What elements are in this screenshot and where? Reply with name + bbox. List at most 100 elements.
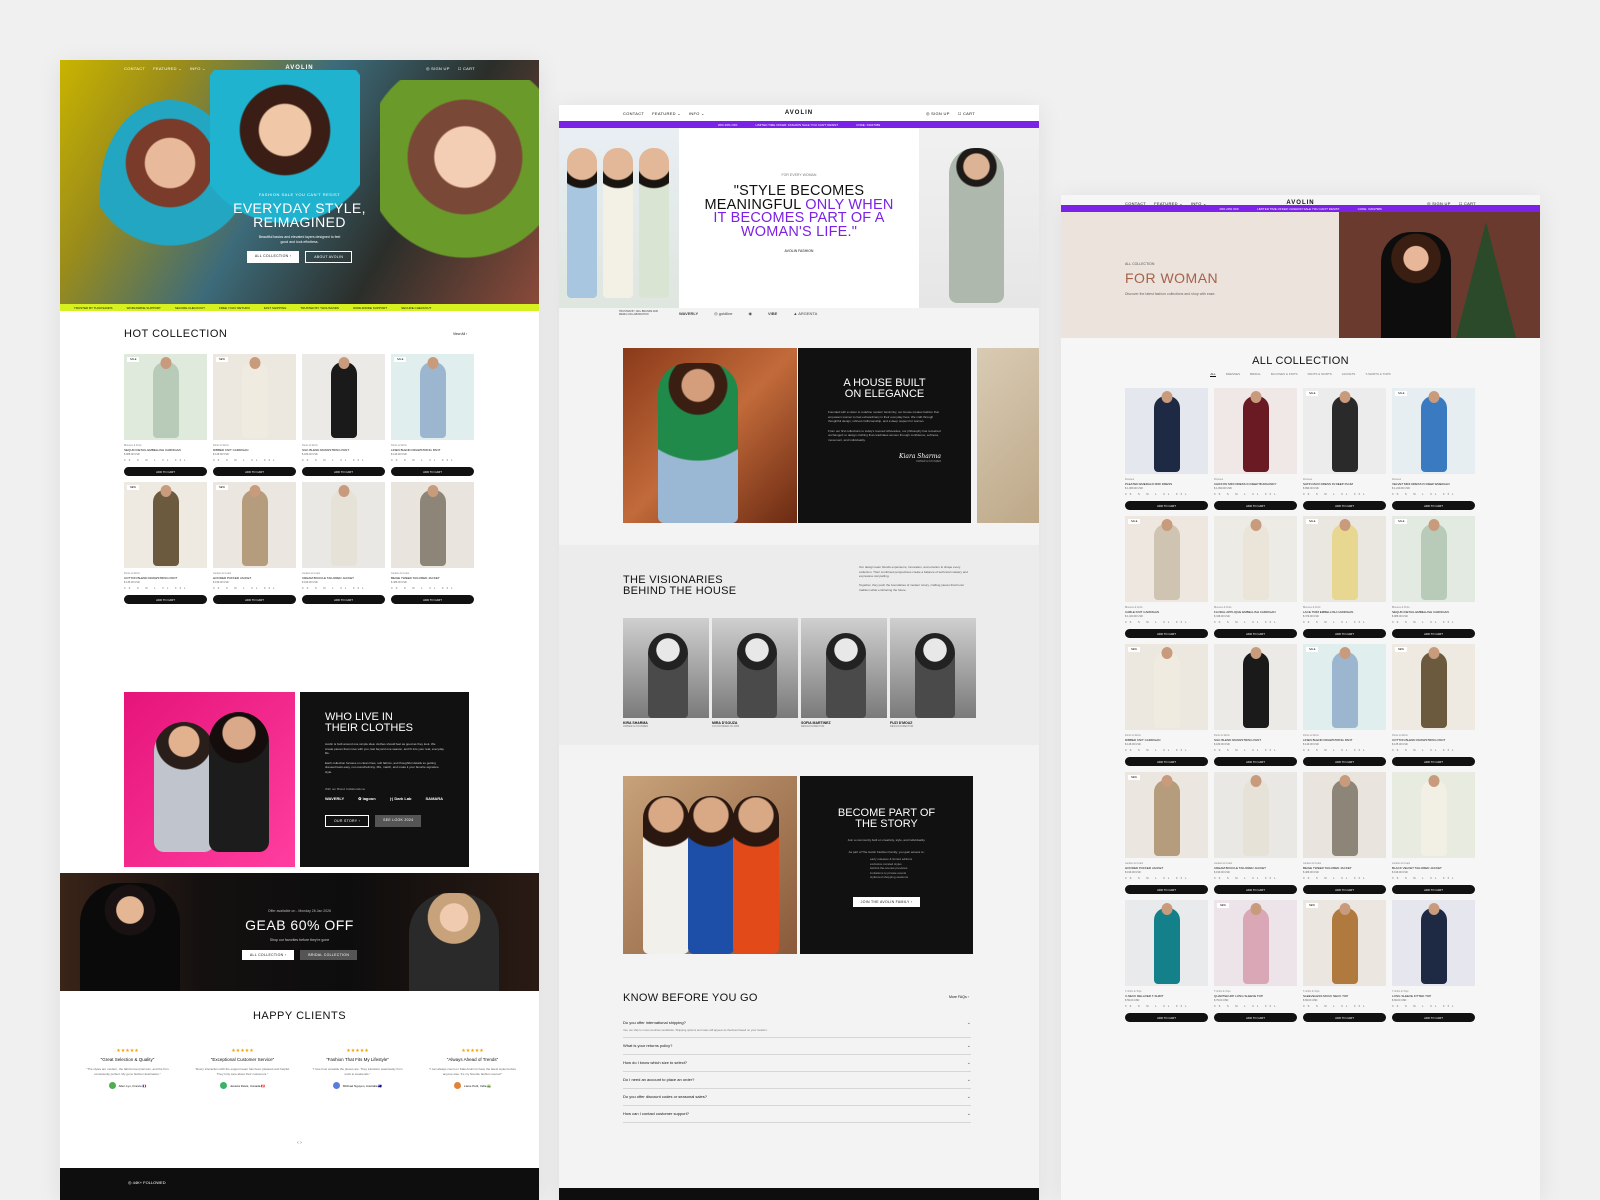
chevron-down-icon[interactable]: ⌄ — [967, 1020, 971, 1032]
product-image[interactable]: SALE — [124, 354, 207, 440]
add-to-cart-button[interactable]: ADD TO CART — [391, 595, 474, 604]
add-to-cart-button[interactable]: ADD TO CART — [302, 595, 385, 604]
size-options[interactable]: XS S M L XL XXL — [1392, 877, 1475, 880]
faq-question[interactable]: Do you offer discount codes or seasonal … — [623, 1094, 707, 1100]
tab-t-shirts-tops[interactable]: T-SHIRTS & TOPS — [1365, 372, 1390, 377]
product-name[interactable]: LONG SLEEVE FITTED TOP — [1392, 994, 1475, 998]
size-options[interactable]: XS S M L XL XXL — [1125, 1005, 1208, 1008]
product-name[interactable]: HOODED PUFFER JACKET — [213, 576, 296, 580]
product-image[interactable]: SALE — [1125, 516, 1208, 602]
add-to-cart-button[interactable]: ADD TO CART — [1125, 1013, 1208, 1022]
bridal-collection-button[interactable]: BRIDAL COLLECTION — [300, 950, 358, 960]
product-card[interactable]: NEW Jackets & Coats HOODED PUFFER JACKET $ … — [1125, 772, 1208, 894]
add-to-cart-button[interactable]: ADD TO CART — [302, 467, 385, 476]
product-image[interactable]: SALE — [1303, 388, 1386, 474]
tab-bridal[interactable]: BRIDAL — [1250, 372, 1261, 377]
about-avolin-button[interactable]: ABOUT AVOLIN — [305, 251, 353, 263]
product-name[interactable]: LINEN BLEND DRAWSTRING PANT — [1303, 738, 1386, 742]
add-to-cart-button[interactable]: ADD TO CART — [391, 467, 474, 476]
size-options[interactable]: XS S M L XL XXL — [1125, 493, 1208, 496]
nav-featured[interactable]: FEATURED ⌄ — [652, 111, 681, 116]
product-image[interactable]: SALE — [1392, 388, 1475, 474]
product-image[interactable] — [1214, 644, 1297, 730]
nav-sign-up[interactable]: ◎ SIGN UP — [926, 111, 950, 116]
size-options[interactable]: XS S M L XL XXL — [1392, 621, 1475, 624]
size-options[interactable]: XS S M L XL XXL — [1303, 877, 1386, 880]
size-options[interactable]: XS S M L XL XXL — [1214, 493, 1297, 496]
add-to-cart-button[interactable]: ADD TO CART — [1214, 1013, 1297, 1022]
product-card[interactable]: Dresses PLEATED EMERALD MIDI DRESS $ 1,089… — [1125, 388, 1208, 510]
tab-pants-skirts[interactable]: PANTS & SKIRTS — [1308, 372, 1332, 377]
product-name[interactable]: SEQUIN DETAIL EMBELLISH CARDIGAN — [1392, 610, 1475, 614]
product-card[interactable]: NEW T-shirts & Tops QUARTER-ZIP LONG SLEEV… — [1214, 900, 1297, 1022]
chevron-down-icon[interactable]: ⌄ — [967, 1043, 971, 1049]
nav-cart[interactable]: ☐ CART — [458, 66, 475, 71]
size-options[interactable]: XS S M L XL XXL — [124, 587, 207, 590]
product-name[interactable]: BEIGE TWEED TAILORED JACKET — [1303, 866, 1386, 870]
product-card[interactable]: NEW Pants & Skirts COTTON BLEND DRAWSTRING… — [1392, 644, 1475, 766]
product-image[interactable] — [1125, 900, 1208, 986]
add-to-cart-button[interactable]: ADD TO CART — [1214, 757, 1297, 766]
product-name[interactable]: PLEATED EMERALD MIDI DRESS — [1125, 482, 1208, 486]
product-image[interactable]: SALE — [1303, 644, 1386, 730]
product-image[interactable]: NEW — [213, 482, 296, 568]
product-card[interactable]: NEW Pants & Skirts RIBBED KNIT CARDIGAN $ 1… — [213, 354, 296, 476]
product-image[interactable] — [302, 354, 385, 440]
product-name[interactable]: LACE TRIM EMBELLISH CARDIGAN — [1303, 610, 1386, 614]
product-card[interactable]: Jackets & Coats BEIGE TWEED TAILORED JACK… — [391, 482, 474, 604]
product-image[interactable]: NEW — [1125, 772, 1208, 858]
product-name[interactable]: SILK BLEND DRAWSTRING PANT — [302, 448, 385, 452]
product-card[interactable]: Pants & Skirts SILK BLEND DRAWSTRING PANT… — [1214, 644, 1297, 766]
add-to-cart-button[interactable]: ADD TO CART — [1303, 629, 1386, 638]
tab-jackets[interactable]: JACKETS — [1342, 372, 1356, 377]
product-image[interactable]: NEW — [213, 354, 296, 440]
faq-question[interactable]: What is your returns policy? — [623, 1043, 672, 1049]
nav-info[interactable]: INFO ⌄ — [190, 66, 206, 71]
join-family-button[interactable]: JOIN THE AVOLIN FAMILY › — [852, 896, 921, 907]
tab-blouses-knits[interactable]: BLOUSES & KNITS — [1271, 372, 1298, 377]
brand-logo[interactable]: AVOLIN — [285, 65, 313, 71]
product-card[interactable]: SALE Blouses & Knits CABLE KNIT CARDIGAN $ … — [1125, 516, 1208, 638]
faq-item[interactable]: Do you offer international shipping? Yes,… — [623, 1015, 971, 1038]
product-image[interactable] — [1214, 516, 1297, 602]
product-card[interactable]: T-shirts & Tops LONG SLEEVE FITTED TOP $ 6… — [1392, 900, 1475, 1022]
product-image[interactable]: SALE — [391, 354, 474, 440]
product-card[interactable]: Blouses & Knits FLORAL APPLIQUE EMBELLISH… — [1214, 516, 1297, 638]
size-options[interactable]: XS S M L XL XXL — [213, 459, 296, 462]
product-name[interactable]: LINEN BLEND DRAWSTRING PANT — [391, 448, 474, 452]
product-card[interactable]: Dresses CHIFFON MIDI DRESS IN DEEP BURGUN… — [1214, 388, 1297, 510]
product-card[interactable]: SALE Dresses VELVET MIDI DRESS IN DEEP EME… — [1392, 388, 1475, 510]
add-to-cart-button[interactable]: ADD TO CART — [1392, 629, 1475, 638]
add-to-cart-button[interactable]: ADD TO CART — [1214, 885, 1297, 894]
product-name[interactable]: CABLE KNIT CARDIGAN — [1125, 610, 1208, 614]
size-options[interactable]: XS S M L XL XXL — [1125, 749, 1208, 752]
add-to-cart-button[interactable]: ADD TO CART — [1392, 885, 1475, 894]
add-to-cart-button[interactable]: ADD TO CART — [213, 467, 296, 476]
faq-item[interactable]: How do I know which size to select? ⌄ — [623, 1055, 971, 1072]
size-options[interactable]: XS S M L XL XXL — [1214, 1005, 1297, 1008]
add-to-cart-button[interactable]: ADD TO CART — [124, 595, 207, 604]
add-to-cart-button[interactable]: ADD TO CART — [1303, 501, 1386, 510]
product-name[interactable]: SEQUIN DETAIL EMBELLISH CARDIGAN — [124, 448, 207, 452]
product-name[interactable]: BLACK VELVET TAILORED JACKET — [1392, 866, 1475, 870]
add-to-cart-button[interactable]: ADD TO CART — [1392, 501, 1475, 510]
product-name[interactable]: FLORAL APPLIQUE EMBELLISH CARDIGAN — [1214, 610, 1297, 614]
product-image[interactable] — [391, 482, 474, 568]
product-name[interactable]: RIBBED KNIT CARDIGAN — [213, 448, 296, 452]
product-name[interactable]: CREAM BOUCLE TAILORED JACKET — [1214, 866, 1297, 870]
size-options[interactable]: XS S M L XL XXL — [213, 587, 296, 590]
product-name[interactable]: RIBBED KNIT CARDIGAN — [1125, 738, 1208, 742]
size-options[interactable]: XS S M L XL XXL — [1125, 621, 1208, 624]
faq-question[interactable]: Do I need an account to place an order? — [623, 1077, 694, 1083]
product-image[interactable] — [302, 482, 385, 568]
product-card[interactable]: SALE Blouses & Knits LACE TRIM EMBELLISH C… — [1303, 516, 1386, 638]
faq-question[interactable]: How do I know which size to select? — [623, 1060, 687, 1066]
faq-question[interactable]: How can I contact customer support? — [623, 1111, 689, 1117]
add-to-cart-button[interactable]: ADD TO CART — [1125, 629, 1208, 638]
product-card[interactable]: SALE Blouses & Knits SEQUIN DETAIL EMBELLI… — [1392, 516, 1475, 638]
add-to-cart-button[interactable]: ADD TO CART — [1392, 757, 1475, 766]
product-card[interactable]: NEW T-shirts & Tops SLEEVELESS MOCK NECK T… — [1303, 900, 1386, 1022]
product-image[interactable] — [1214, 388, 1297, 474]
product-card[interactable]: NEW Jackets & Coats HOODED PUFFER JACKET $ … — [213, 482, 296, 604]
product-card[interactable]: SALE Dresses SATIN MAXI DRESS IN DEEP PLUM… — [1303, 388, 1386, 510]
